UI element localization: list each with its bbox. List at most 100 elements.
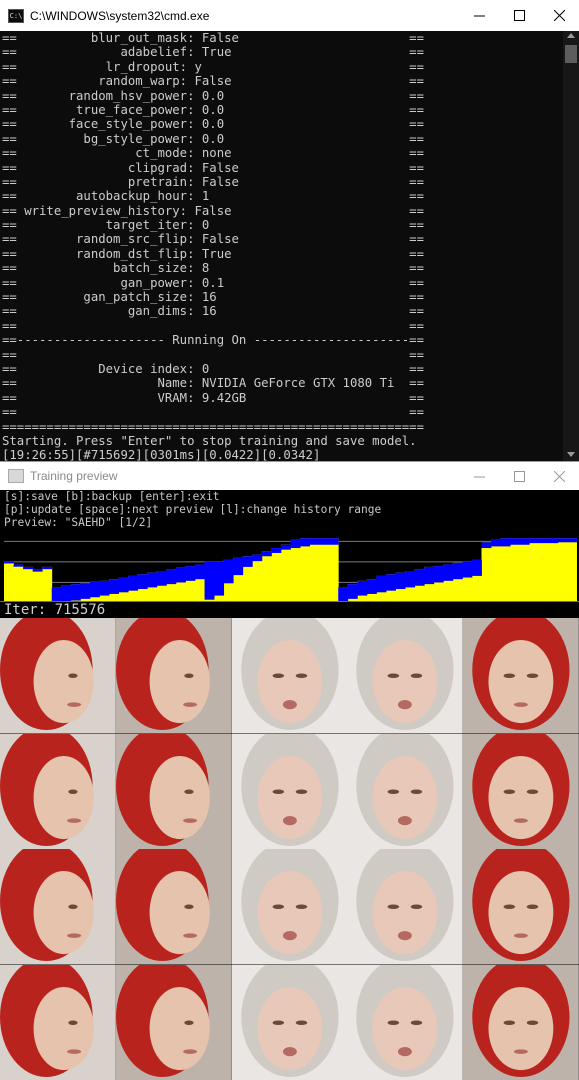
maximize-button[interactable]: [499, 0, 539, 31]
preview-help: [s]:save [b]:backup [enter]:exit [p]:upd…: [0, 490, 579, 529]
loss-bar-dst: [223, 559, 234, 584]
preview-cell-blonde-woman: [347, 849, 464, 965]
loss-bar-dst: [156, 571, 167, 586]
preview-cell-redhead-doll: [463, 964, 579, 1080]
loss-history-graph: [4, 530, 577, 612]
cmd-app-icon: C:\: [8, 8, 24, 23]
console-line: ========================================…: [2, 419, 424, 434]
console-line: == face_style_power: 0.0 ==: [2, 117, 424, 132]
help-line-3: Preview: "SAEHD" [1/2]: [4, 516, 153, 529]
loss-bar-dst: [70, 584, 81, 601]
loss-bar-dst: [471, 559, 482, 576]
console-line: == Name: NVIDIA GeForce GTX 1080 Ti ==: [2, 376, 424, 391]
loss-bar-dst: [242, 556, 253, 567]
redhead-doll-image: [0, 618, 116, 734]
scroll-thumb[interactable]: [565, 45, 577, 63]
loss-bar-dst: [80, 583, 91, 599]
loss-bar-dst: [347, 584, 358, 599]
preview-cell-redhead-doll: [463, 618, 579, 734]
console-line: ==-------------------- Running On ------…: [2, 333, 424, 348]
console-output[interactable]: == blur_out_mask: False == == adabelief: …: [0, 31, 563, 461]
console-scrollbar[interactable]: [563, 31, 579, 461]
loss-bar-dst: [204, 561, 215, 600]
console-line: == random_hsv_power: 0.0 ==: [2, 88, 424, 103]
console-line: == Device index: 0 ==: [2, 361, 424, 376]
loss-bar-dst: [328, 538, 339, 545]
blonde-woman-image: [347, 964, 464, 1080]
preview-cell-blonde-woman: [231, 733, 348, 849]
loss-bar-dst: [529, 538, 540, 544]
blonde-woman-image: [231, 849, 348, 965]
loss-bar-dst: [233, 557, 244, 576]
redhead-doll-image: [463, 618, 579, 734]
preview-close-button[interactable]: [539, 462, 579, 491]
cmd-title-bar[interactable]: C:\ C:\WINDOWS\system32\cmd.exe: [0, 0, 579, 31]
preview-cell-blonde-woman: [231, 618, 348, 734]
loss-bar-dst: [452, 562, 463, 580]
preview-body: [s]:save [b]:backup [enter]:exit [p]:upd…: [0, 490, 579, 1080]
console-line: == true_face_power: 0.0 ==: [2, 102, 424, 117]
close-button[interactable]: [539, 0, 579, 31]
redhead-doll-image: [463, 964, 579, 1080]
console-line: == target_iter: 0 ==: [2, 218, 424, 233]
loss-bar-dst: [443, 564, 454, 581]
redhead-doll-image: [0, 733, 116, 849]
loss-bar-dst: [118, 577, 129, 593]
loss-bar-dst: [519, 538, 530, 545]
redhead-doll-image: [115, 733, 232, 849]
console-line: == ==: [2, 405, 424, 420]
preview-cell-blonde-woman: [347, 733, 464, 849]
loss-bar-dst: [433, 566, 444, 583]
loss-bar-dst: [99, 580, 110, 596]
preview-cell-redhead-doll: [0, 849, 116, 965]
preview-minimize-button[interactable]: [459, 462, 499, 491]
preview-cell-redhead-doll: [0, 618, 116, 734]
redhead-doll-image: [0, 964, 116, 1080]
preview-app-icon: [8, 469, 24, 483]
loss-bar-dst: [13, 564, 24, 567]
preview-cell-redhead-doll: [0, 964, 116, 1080]
redhead-doll-image: [115, 618, 232, 734]
preview-cell-redhead-doll: [463, 733, 579, 849]
loss-bar-dst: [491, 539, 501, 547]
loss-bar-dst: [557, 538, 568, 543]
loss-bar-dst: [109, 579, 119, 594]
console-line: == batch_size: 8 ==: [2, 261, 424, 276]
preview-maximize-button[interactable]: [499, 462, 539, 491]
scroll-down-icon[interactable]: [567, 452, 575, 457]
help-line-2: [p]:update [space]:next preview [l]:chan…: [4, 503, 382, 516]
maximize-icon: [513, 470, 525, 482]
loss-bar-dst: [195, 564, 205, 580]
blonde-woman-image: [347, 618, 464, 734]
loss-bar-dst: [4, 561, 14, 564]
console-line: == pretrain: False ==: [2, 174, 424, 189]
loss-bar-dst: [405, 571, 416, 588]
console-line: [19:26:55][#715692][0301ms][0.0422][0.03…: [2, 448, 321, 461]
loss-bar-dst: [414, 569, 425, 586]
scroll-up-icon[interactable]: [567, 33, 575, 38]
preview-window-title: Training preview: [30, 469, 118, 483]
loss-bar-dst: [357, 580, 368, 596]
loss-bar-dst: [137, 574, 148, 590]
close-icon: [553, 10, 565, 21]
loss-bar-dst: [300, 538, 310, 547]
console-lines: == blur_out_mask: False == == adabelief: …: [2, 31, 563, 461]
loss-bar-dst: [23, 566, 34, 570]
loss-bar-dst: [319, 538, 330, 545]
loss-bar-dst: [214, 561, 225, 596]
redhead-doll-image: [115, 964, 232, 1080]
loss-bar-dst: [42, 566, 53, 570]
console-line: == autobackup_hour: 1 ==: [2, 189, 424, 204]
loss-bar-dst: [128, 575, 139, 591]
preview-face-grid: [0, 618, 579, 1080]
loss-bar-dst: [548, 538, 559, 544]
loss-bar-dst: [567, 538, 577, 543]
minimize-button[interactable]: [459, 0, 499, 31]
cmd-window-title: C:\WINDOWS\system32\cmd.exe: [30, 8, 210, 23]
loss-bar-dst: [261, 551, 272, 557]
preview-title-bar[interactable]: Training preview: [0, 461, 579, 490]
loss-bar-dst: [271, 548, 282, 553]
console-line: == write_preview_history: False ==: [2, 203, 424, 218]
console-line: == adabelief: True ==: [2, 45, 424, 60]
console-line: == ==: [2, 318, 424, 333]
